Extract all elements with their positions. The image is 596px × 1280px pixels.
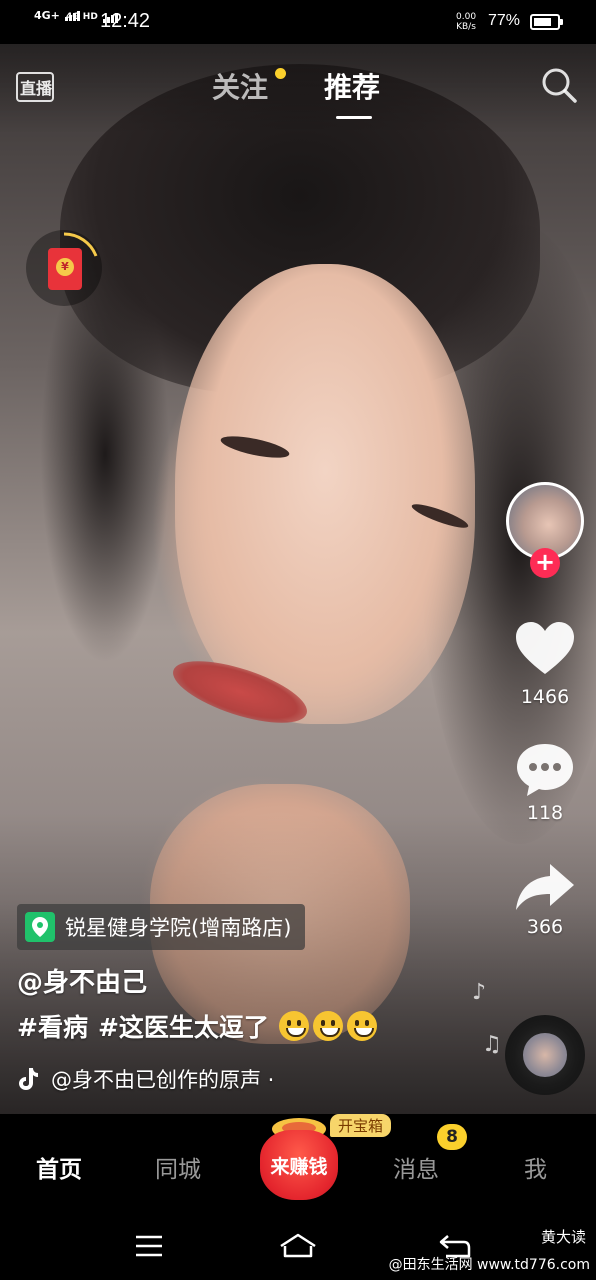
network-speed: 0.00 KB/s: [456, 12, 476, 32]
message-badge: 8: [437, 1124, 467, 1150]
network-type-label: 4G HD: [66, 12, 98, 22]
net-speed-value: 0.00: [456, 12, 477, 22]
hashtags: #看病 #这医生太逗了: [17, 1008, 381, 1044]
music-title: @身不由已创作的原声 ·: [51, 1068, 275, 1092]
music-disc[interactable]: [505, 1015, 585, 1095]
like-count: 1466: [520, 686, 570, 708]
comment-icon[interactable]: [514, 740, 576, 798]
grin-emoji-icon: [278, 1011, 309, 1041]
comment-count: 118: [526, 802, 564, 824]
location-label: 锐星健身学院(增南路店): [65, 916, 292, 940]
video-player[interactable]: [0, 44, 596, 1114]
top-gradient: [0, 44, 596, 134]
battery-percent: 77%: [488, 12, 521, 29]
network-type-label: 4G+: [34, 9, 60, 22]
new-content-dot: [275, 68, 286, 79]
location-tag[interactable]: 锐星健身学院(增南路店): [17, 904, 306, 950]
menu-icon[interactable]: [134, 1234, 164, 1258]
grin-emoji-icon: [346, 1011, 377, 1041]
tab-following[interactable]: 关注: [212, 66, 268, 106]
watermark-site: @田东生活网 www.td776.com: [388, 1257, 590, 1273]
author-name[interactable]: @身不由己: [17, 962, 147, 999]
battery-icon: [530, 14, 563, 30]
live-button[interactable]: 直播: [16, 70, 56, 104]
heart-icon[interactable]: [514, 620, 576, 678]
hashtag-link[interactable]: #这医生太逗了: [98, 1008, 269, 1044]
video-hair-left: [40, 244, 170, 664]
tiktok-note-icon: [19, 1068, 38, 1090]
battery-fill: [534, 18, 551, 26]
follow-button[interactable]: +: [530, 548, 560, 578]
location-pin-icon: [25, 912, 55, 942]
music-note-icon: ♪: [472, 980, 487, 1005]
search-button[interactable]: [540, 66, 578, 104]
tab-recommended[interactable]: 推荐: [324, 66, 380, 106]
music-note-icon: ♫: [482, 1032, 502, 1057]
clock: 12:42: [100, 10, 151, 32]
music-info[interactable]: @身不由已创作的原声 ·: [17, 1064, 274, 1094]
active-tab-indicator: [336, 116, 372, 119]
tab-nearby[interactable]: 同城: [155, 1150, 201, 1184]
earn-money-label: 来赚钱: [270, 1156, 328, 1178]
music-cover: [523, 1033, 567, 1077]
tab-messages[interactable]: 消息: [393, 1150, 439, 1184]
coin-icon: ¥: [56, 258, 74, 276]
share-icon[interactable]: [514, 858, 576, 916]
live-label: 直播: [19, 79, 52, 98]
net-speed-unit: KB/s: [456, 22, 476, 32]
grin-emoji-icon: [312, 1011, 343, 1041]
red-packet-timer[interactable]: ¥: [26, 230, 102, 306]
earn-money-button[interactable]: 来赚钱: [258, 1112, 340, 1204]
search-icon: [542, 68, 577, 103]
home-icon[interactable]: [279, 1232, 317, 1260]
share-count: 366: [526, 916, 564, 938]
open-chest-tag[interactable]: 开宝箱: [330, 1114, 392, 1137]
watermark-author: 黄大读: [540, 1228, 586, 1246]
hashtag-link[interactable]: #看病: [17, 1008, 88, 1044]
tab-home[interactable]: 首页: [36, 1150, 82, 1184]
status-bar: 4G+ 4G HD 12:42 0.00 KB/s 77%: [0, 0, 596, 44]
video-face: [175, 264, 475, 724]
tab-me[interactable]: 我: [524, 1150, 547, 1184]
